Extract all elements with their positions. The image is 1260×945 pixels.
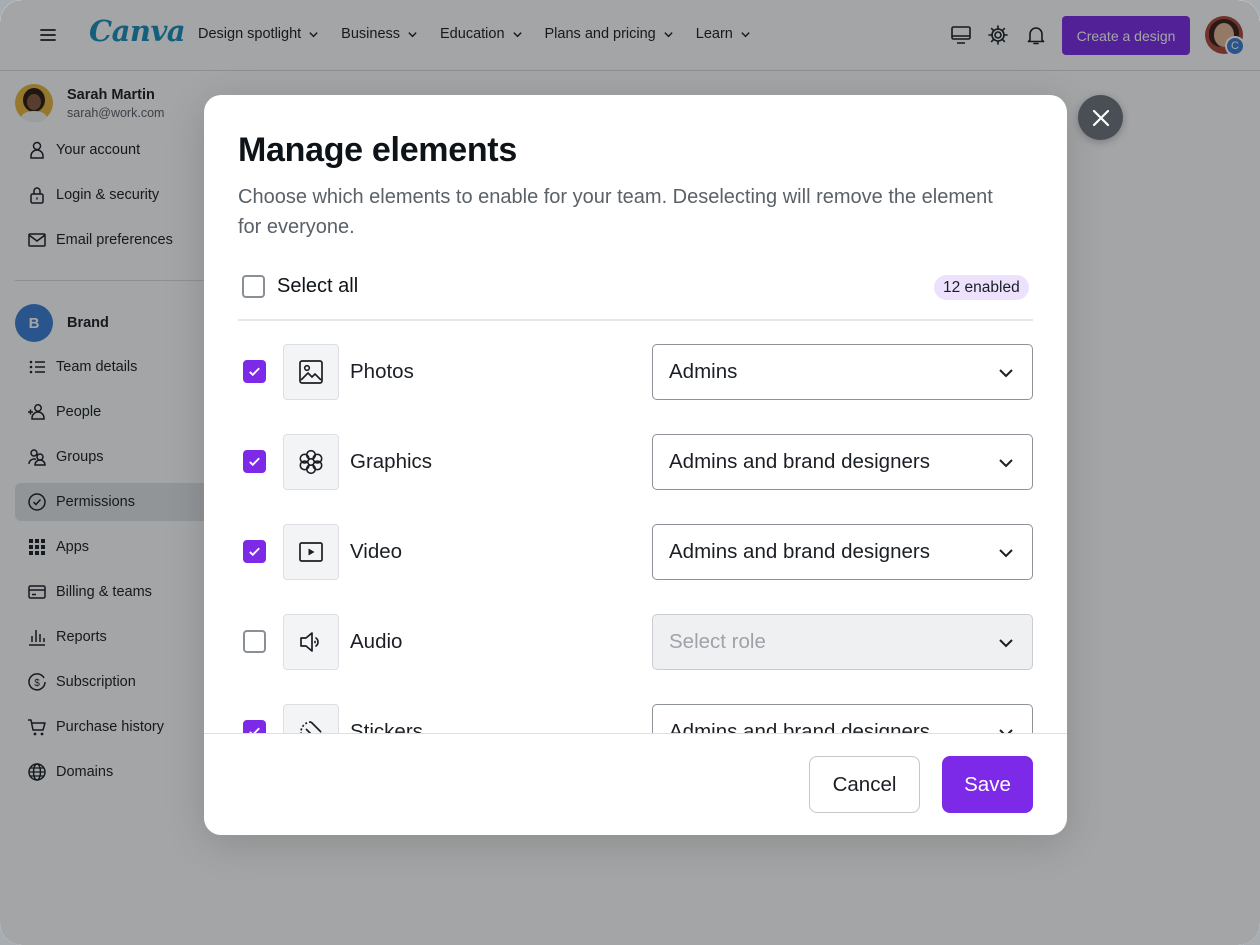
role-dropdown[interactable]: Admins: [652, 344, 1033, 400]
element-icon-box: [283, 344, 339, 400]
checkmark-icon: [249, 727, 260, 733]
element-label: Video: [350, 540, 403, 563]
role-value: Admins and brand designers: [669, 720, 930, 733]
footer-divider: [204, 733, 1067, 734]
role-value: Admins and brand designers: [669, 540, 930, 563]
speaker-icon: [300, 632, 319, 652]
chevron-down-icon: [999, 459, 1013, 468]
element-label: Stickers: [350, 720, 423, 733]
select-all-label: Select all: [277, 275, 359, 297]
element-row-audio: Audio Select role: [242, 614, 1033, 670]
chevron-down-icon: [999, 549, 1013, 558]
cancel-button[interactable]: Cancel: [809, 756, 920, 813]
manage-elements-dialog: Manage elements Choose which elements to…: [204, 95, 1067, 835]
elements-list[interactable]: Photos Admins Graphics Admins and brand …: [204, 321, 1067, 733]
checkmark-icon: [249, 457, 260, 467]
role-dropdown[interactable]: Admins and brand designers: [652, 524, 1033, 580]
save-button[interactable]: Save: [942, 756, 1033, 813]
checkmark-icon: [249, 367, 260, 377]
sticker-icon: [300, 721, 322, 733]
role-dropdown[interactable]: Admins and brand designers: [652, 434, 1033, 490]
element-checkbox[interactable]: [243, 540, 266, 563]
role-value: Admins and brand designers: [669, 450, 930, 473]
element-checkbox[interactable]: [243, 630, 266, 653]
chevron-down-icon: [999, 729, 1013, 733]
dialog-description: Choose which elements to enable for your…: [238, 186, 993, 238]
select-all-checkbox[interactable]: [242, 275, 265, 298]
dialog-title: Manage elements: [238, 131, 517, 169]
close-icon: [1092, 109, 1109, 126]
chevron-down-icon: [999, 369, 1013, 378]
video-icon: [299, 542, 323, 562]
close-dialog-button[interactable]: [1078, 95, 1123, 140]
element-label: Graphics: [350, 450, 433, 473]
role-dropdown[interactable]: Admins and brand designers: [652, 704, 1033, 733]
image-icon: [299, 360, 323, 384]
checkmark-icon: [249, 547, 260, 557]
role-value: Admins: [669, 360, 738, 383]
element-icon-box: [283, 434, 339, 490]
element-row-photos: Photos Admins: [242, 344, 1033, 400]
flower-icon: [299, 449, 323, 475]
element-checkbox[interactable]: [243, 450, 266, 473]
enabled-count-badge: 12 enabled: [934, 275, 1029, 300]
element-row-video: Video Admins and brand designers: [242, 524, 1033, 580]
select-all-control[interactable]: Select all: [242, 275, 358, 298]
role-dropdown[interactable]: Select role: [652, 614, 1033, 670]
element-label: Photos: [350, 360, 414, 383]
element-icon-box: [283, 614, 339, 670]
chevron-down-icon: [999, 639, 1013, 648]
element-row-stickers: Stickers Admins and brand designers: [242, 704, 1033, 733]
element-label: Audio: [350, 630, 403, 653]
element-icon-box: [283, 704, 339, 733]
element-checkbox[interactable]: [243, 360, 266, 383]
element-checkbox[interactable]: [243, 720, 266, 733]
element-icon-box: [283, 524, 339, 580]
element-row-graphics: Graphics Admins and brand designers: [242, 434, 1033, 490]
role-placeholder: Select role: [669, 630, 766, 653]
